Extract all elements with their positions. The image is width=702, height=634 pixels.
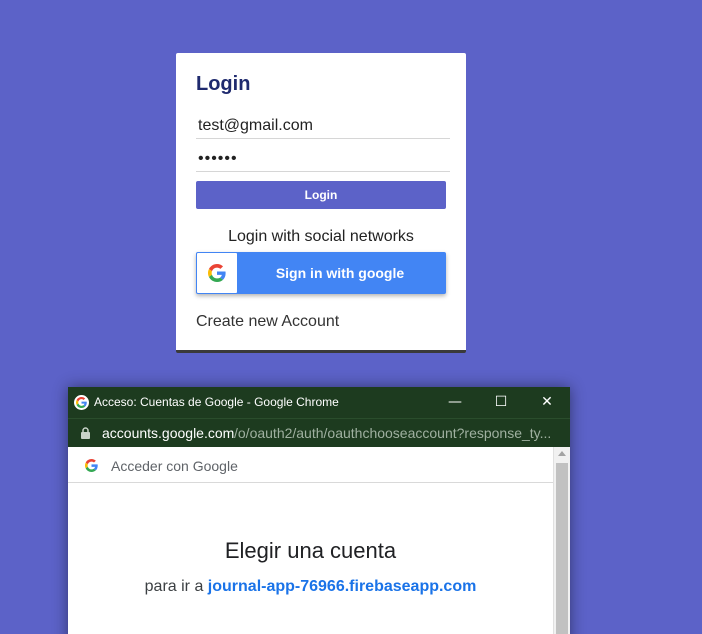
scroll-up-arrow-icon[interactable] bbox=[558, 451, 566, 456]
login-card: Login Login Login with social networks S… bbox=[176, 53, 466, 353]
password-input[interactable] bbox=[196, 146, 450, 172]
chrome-favicon bbox=[74, 395, 89, 410]
address-bar[interactable]: accounts.google.com /o/oauth2/auth/oauth… bbox=[68, 418, 570, 447]
lock-icon bbox=[81, 427, 90, 439]
google-icon-box bbox=[197, 253, 237, 293]
scrollbar[interactable] bbox=[553, 447, 570, 634]
continue-to-line: para ir a journal-app-76966.firebaseapp.… bbox=[68, 578, 553, 596]
window-titlebar: Acceso: Cuentas de Google - Google Chrom… bbox=[68, 387, 570, 418]
social-networks-label: Login with social networks bbox=[228, 228, 414, 245]
email-input[interactable] bbox=[196, 113, 450, 139]
create-account-link[interactable]: Create new Account bbox=[196, 313, 339, 331]
google-g-icon bbox=[76, 397, 87, 408]
google-g-icon bbox=[85, 459, 98, 472]
minimize-icon[interactable]: — bbox=[432, 387, 478, 418]
account-header: Acceder con Google bbox=[68, 447, 553, 483]
maximize-icon[interactable]: ☐ bbox=[478, 387, 524, 418]
scroll-thumb[interactable] bbox=[556, 463, 568, 634]
login-button[interactable]: Login bbox=[196, 181, 446, 209]
continue-prefix: para ir a bbox=[144, 578, 208, 595]
url-domain: accounts.google.com bbox=[102, 425, 235, 441]
google-sign-in-button[interactable]: Sign in with google bbox=[196, 252, 446, 294]
popup-content: Acceder con Google Elegir una cuenta par… bbox=[68, 447, 553, 634]
login-title: Login bbox=[196, 73, 251, 95]
choose-account-title: Elegir una cuenta bbox=[224, 538, 397, 563]
continue-app-link[interactable]: journal-app-76966.firebaseapp.com bbox=[208, 578, 477, 595]
account-header-text: Acceder con Google bbox=[111, 458, 238, 474]
window-title: Acceso: Cuentas de Google - Google Chrom… bbox=[94, 395, 339, 409]
google-auth-popup-window: Acceso: Cuentas de Google - Google Chrom… bbox=[68, 387, 570, 634]
google-button-label: Sign in with google bbox=[275, 265, 405, 281]
google-g-icon bbox=[208, 264, 226, 282]
close-icon[interactable]: ✕ bbox=[524, 387, 570, 418]
url-path: /o/oauth2/auth/oauthchooseaccount?respon… bbox=[234, 425, 552, 441]
